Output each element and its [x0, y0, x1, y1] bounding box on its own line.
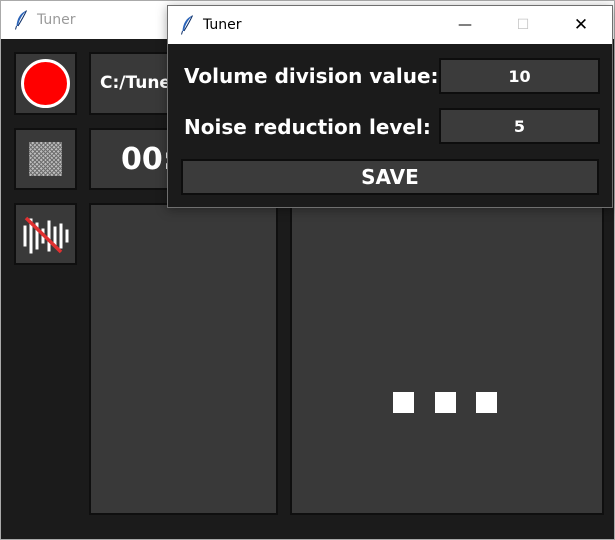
volume-division-label: Volume division value:	[184, 64, 439, 88]
record-button[interactable]	[14, 52, 77, 115]
loading-dots-icon	[292, 203, 602, 513]
noise-reduction-input[interactable]	[439, 108, 600, 144]
dialog-title: Tuner	[203, 17, 242, 33]
feather-icon	[181, 15, 193, 35]
noise-reduction-off-icon	[23, 216, 69, 254]
save-button[interactable]: SAVE	[181, 159, 599, 195]
waveform-panel	[89, 203, 278, 515]
record-icon	[21, 59, 70, 108]
minimize-button[interactable]: —	[442, 6, 488, 44]
close-icon: ✕	[573, 15, 589, 35]
noise-reduction-button[interactable]	[14, 203, 77, 265]
feather-icon	[15, 10, 27, 30]
loading-dot	[435, 392, 456, 413]
stop-icon	[29, 142, 62, 176]
maximize-button[interactable]: ☐	[500, 6, 546, 44]
settings-dialog: Tuner — ☐ ✕ Volume division value: Noise…	[167, 5, 613, 208]
noise-reduction-label: Noise reduction level:	[184, 115, 431, 139]
dialog-titlebar[interactable]: Tuner — ☐ ✕	[168, 6, 612, 44]
status-panel	[290, 201, 604, 515]
volume-division-input[interactable]	[439, 58, 600, 94]
stop-button[interactable]	[14, 128, 77, 190]
loading-dot	[476, 392, 497, 413]
close-button[interactable]: ✕	[558, 6, 604, 44]
minimize-icon: —	[458, 17, 472, 33]
maximize-icon: ☐	[516, 17, 530, 33]
window-title: Tuner	[37, 12, 76, 28]
loading-dot	[393, 392, 414, 413]
